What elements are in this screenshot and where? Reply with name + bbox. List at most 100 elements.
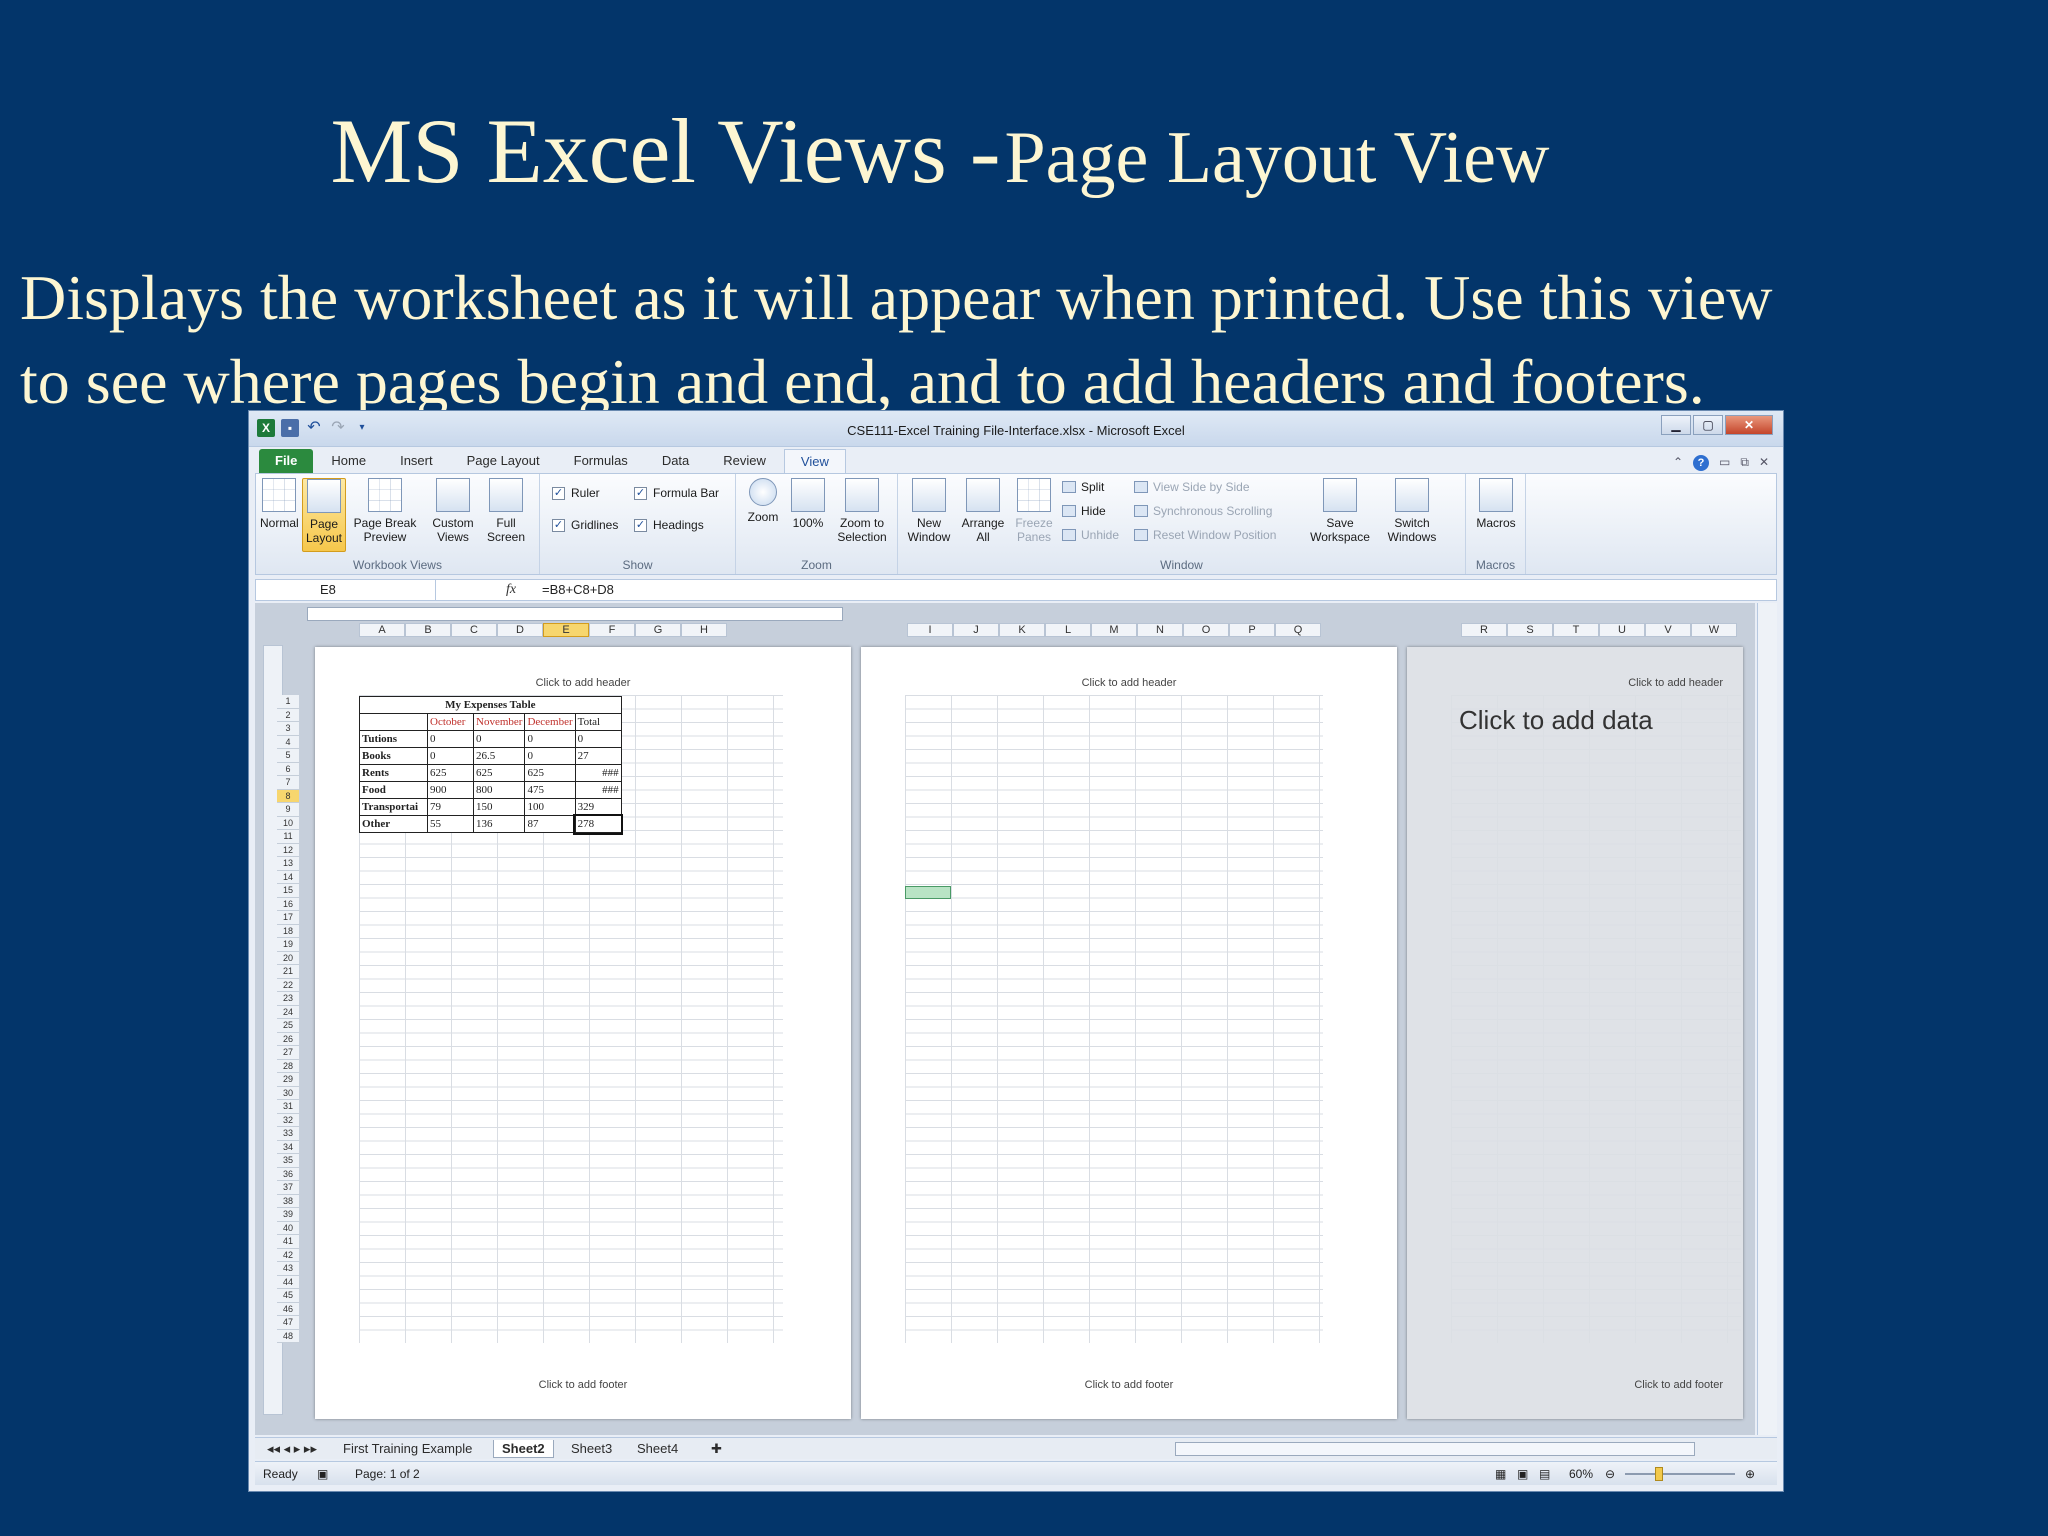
row-header[interactable]: 39: [277, 1208, 299, 1222]
table-cell[interactable]: 625: [472, 764, 526, 782]
row-header[interactable]: 6: [277, 762, 299, 776]
sheet-tab-sheet4[interactable]: Sheet4: [629, 1440, 686, 1458]
table-cell[interactable]: 100: [524, 798, 576, 816]
view-normal-icon[interactable]: ▦: [1495, 1467, 1506, 1481]
row-header[interactable]: 18: [277, 924, 299, 938]
table-cell[interactable]: 278: [573, 813, 624, 835]
page-2-footer[interactable]: Click to add footer: [861, 1379, 1397, 1391]
maximize-button[interactable]: ▢: [1693, 415, 1723, 435]
table-cell[interactable]: 475: [524, 781, 576, 799]
click-to-add-data[interactable]: Click to add data: [1459, 705, 1653, 736]
column-header-v[interactable]: V: [1645, 623, 1691, 637]
column-header-p[interactable]: P: [1229, 623, 1275, 637]
minimize-button[interactable]: ▁: [1661, 415, 1691, 435]
table-header-cell[interactable]: November: [472, 713, 526, 731]
formula-input[interactable]: =B8+C8+D8: [542, 582, 614, 597]
row-header[interactable]: 20: [277, 951, 299, 965]
row-header[interactable]: 14: [277, 870, 299, 884]
close-button[interactable]: ✕: [1725, 415, 1773, 435]
row-header[interactable]: 26: [277, 1032, 299, 1046]
sheet-tab-sheet3[interactable]: Sheet3: [563, 1440, 620, 1458]
tab-formulas[interactable]: Formulas: [558, 449, 644, 473]
tab-review[interactable]: Review: [707, 449, 782, 473]
zoom-level[interactable]: 60%: [1569, 1467, 1593, 1481]
column-header-j[interactable]: J: [953, 623, 999, 637]
column-header-l[interactable]: L: [1045, 623, 1091, 637]
row-header[interactable]: 21: [277, 965, 299, 979]
row-header[interactable]: 30: [277, 1086, 299, 1100]
row-header[interactable]: 46: [277, 1302, 299, 1316]
row-header[interactable]: 34: [277, 1140, 299, 1154]
view-page-layout-icon[interactable]: ▣: [1517, 1467, 1528, 1481]
page-2-grid[interactable]: [905, 695, 1323, 1343]
row-header[interactable]: 45: [277, 1289, 299, 1303]
table-cell[interactable]: 150: [472, 798, 526, 816]
sheet-tab-first-training-example[interactable]: First Training Example: [335, 1440, 480, 1458]
zoom-slider[interactable]: [1625, 1473, 1735, 1475]
view-side-by-side-button[interactable]: View Side by Side: [1134, 480, 1250, 494]
table-header-cell[interactable]: [359, 713, 428, 731]
table-cell[interactable]: 0: [427, 747, 474, 765]
tab-page-layout[interactable]: Page Layout: [451, 449, 556, 473]
switch-windows-button[interactable]: Switch Windows: [1378, 478, 1446, 544]
column-header-w[interactable]: W: [1691, 623, 1737, 637]
gridlines-checkbox[interactable]: ✓ Gridlines: [552, 518, 618, 532]
macro-record-icon[interactable]: ▣: [317, 1467, 328, 1481]
table-cell[interactable]: 0: [574, 730, 622, 748]
zoom-100-button[interactable]: 100%: [788, 478, 828, 530]
row-header[interactable]: 17: [277, 911, 299, 925]
table-cell[interactable]: 0: [524, 730, 576, 748]
column-header-i[interactable]: I: [907, 623, 953, 637]
selected-cell-highlight[interactable]: [905, 886, 951, 899]
row-header[interactable]: 42: [277, 1248, 299, 1262]
column-header-k[interactable]: K: [999, 623, 1045, 637]
row-header[interactable]: 37: [277, 1181, 299, 1195]
row-header[interactable]: 12: [277, 843, 299, 857]
row-header[interactable]: 29: [277, 1073, 299, 1087]
column-header-g[interactable]: G: [635, 623, 681, 637]
expenses-table-title[interactable]: My Expenses Table: [359, 696, 622, 714]
table-header-cell[interactable]: October: [427, 713, 474, 731]
tab-view[interactable]: View: [783, 449, 846, 473]
row-header[interactable]: 8: [277, 789, 299, 803]
row-header[interactable]: 27: [277, 1046, 299, 1060]
row-header[interactable]: 31: [277, 1100, 299, 1114]
split-button[interactable]: Split: [1062, 480, 1104, 494]
column-header-r[interactable]: R: [1461, 623, 1507, 637]
zoom-button[interactable]: Zoom: [742, 478, 784, 524]
column-header-f[interactable]: F: [589, 623, 635, 637]
row-header[interactable]: 41: [277, 1235, 299, 1249]
row-header[interactable]: 16: [277, 897, 299, 911]
page-1-footer[interactable]: Click to add footer: [315, 1379, 851, 1391]
row-label-cell[interactable]: Other: [359, 815, 428, 833]
row-header[interactable]: 2: [277, 708, 299, 722]
row-header[interactable]: 3: [277, 722, 299, 736]
freeze-panes-button[interactable]: Freeze Panes: [1010, 478, 1058, 544]
table-cell[interactable]: 900: [427, 781, 474, 799]
headings-checkbox[interactable]: ✓ Headings: [634, 518, 704, 532]
column-header-m[interactable]: M: [1091, 623, 1137, 637]
name-box[interactable]: E8: [256, 580, 436, 600]
doc-restore-icon[interactable]: ⧉: [1740, 455, 1749, 471]
row-header[interactable]: 19: [277, 938, 299, 952]
tab-home[interactable]: Home: [315, 449, 382, 473]
row-header[interactable]: 10: [277, 816, 299, 830]
column-header-o[interactable]: O: [1183, 623, 1229, 637]
horizontal-scrollbar[interactable]: [1175, 1442, 1695, 1456]
page-2-header[interactable]: Click to add header: [861, 677, 1397, 689]
table-cell[interactable]: 27: [574, 747, 622, 765]
row-header[interactable]: 35: [277, 1154, 299, 1168]
save-workspace-button[interactable]: Save Workspace: [1304, 478, 1376, 544]
synchronous-scrolling-button[interactable]: Synchronous Scrolling: [1134, 504, 1272, 518]
normal-view-button[interactable]: Normal: [260, 478, 299, 530]
row-header[interactable]: 22: [277, 978, 299, 992]
insert-sheet-icon[interactable]: ✚: [703, 1440, 730, 1458]
insert-function-icon[interactable]: fx: [506, 582, 516, 598]
column-header-n[interactable]: N: [1137, 623, 1183, 637]
view-page-break-icon[interactable]: ▤: [1539, 1467, 1550, 1481]
page-3-footer[interactable]: Click to add footer: [1407, 1379, 1743, 1391]
tab-insert[interactable]: Insert: [384, 449, 449, 473]
column-header-u[interactable]: U: [1599, 623, 1645, 637]
zoom-slider-handle[interactable]: [1655, 1467, 1663, 1481]
arrange-all-button[interactable]: Arrange All: [958, 478, 1008, 544]
